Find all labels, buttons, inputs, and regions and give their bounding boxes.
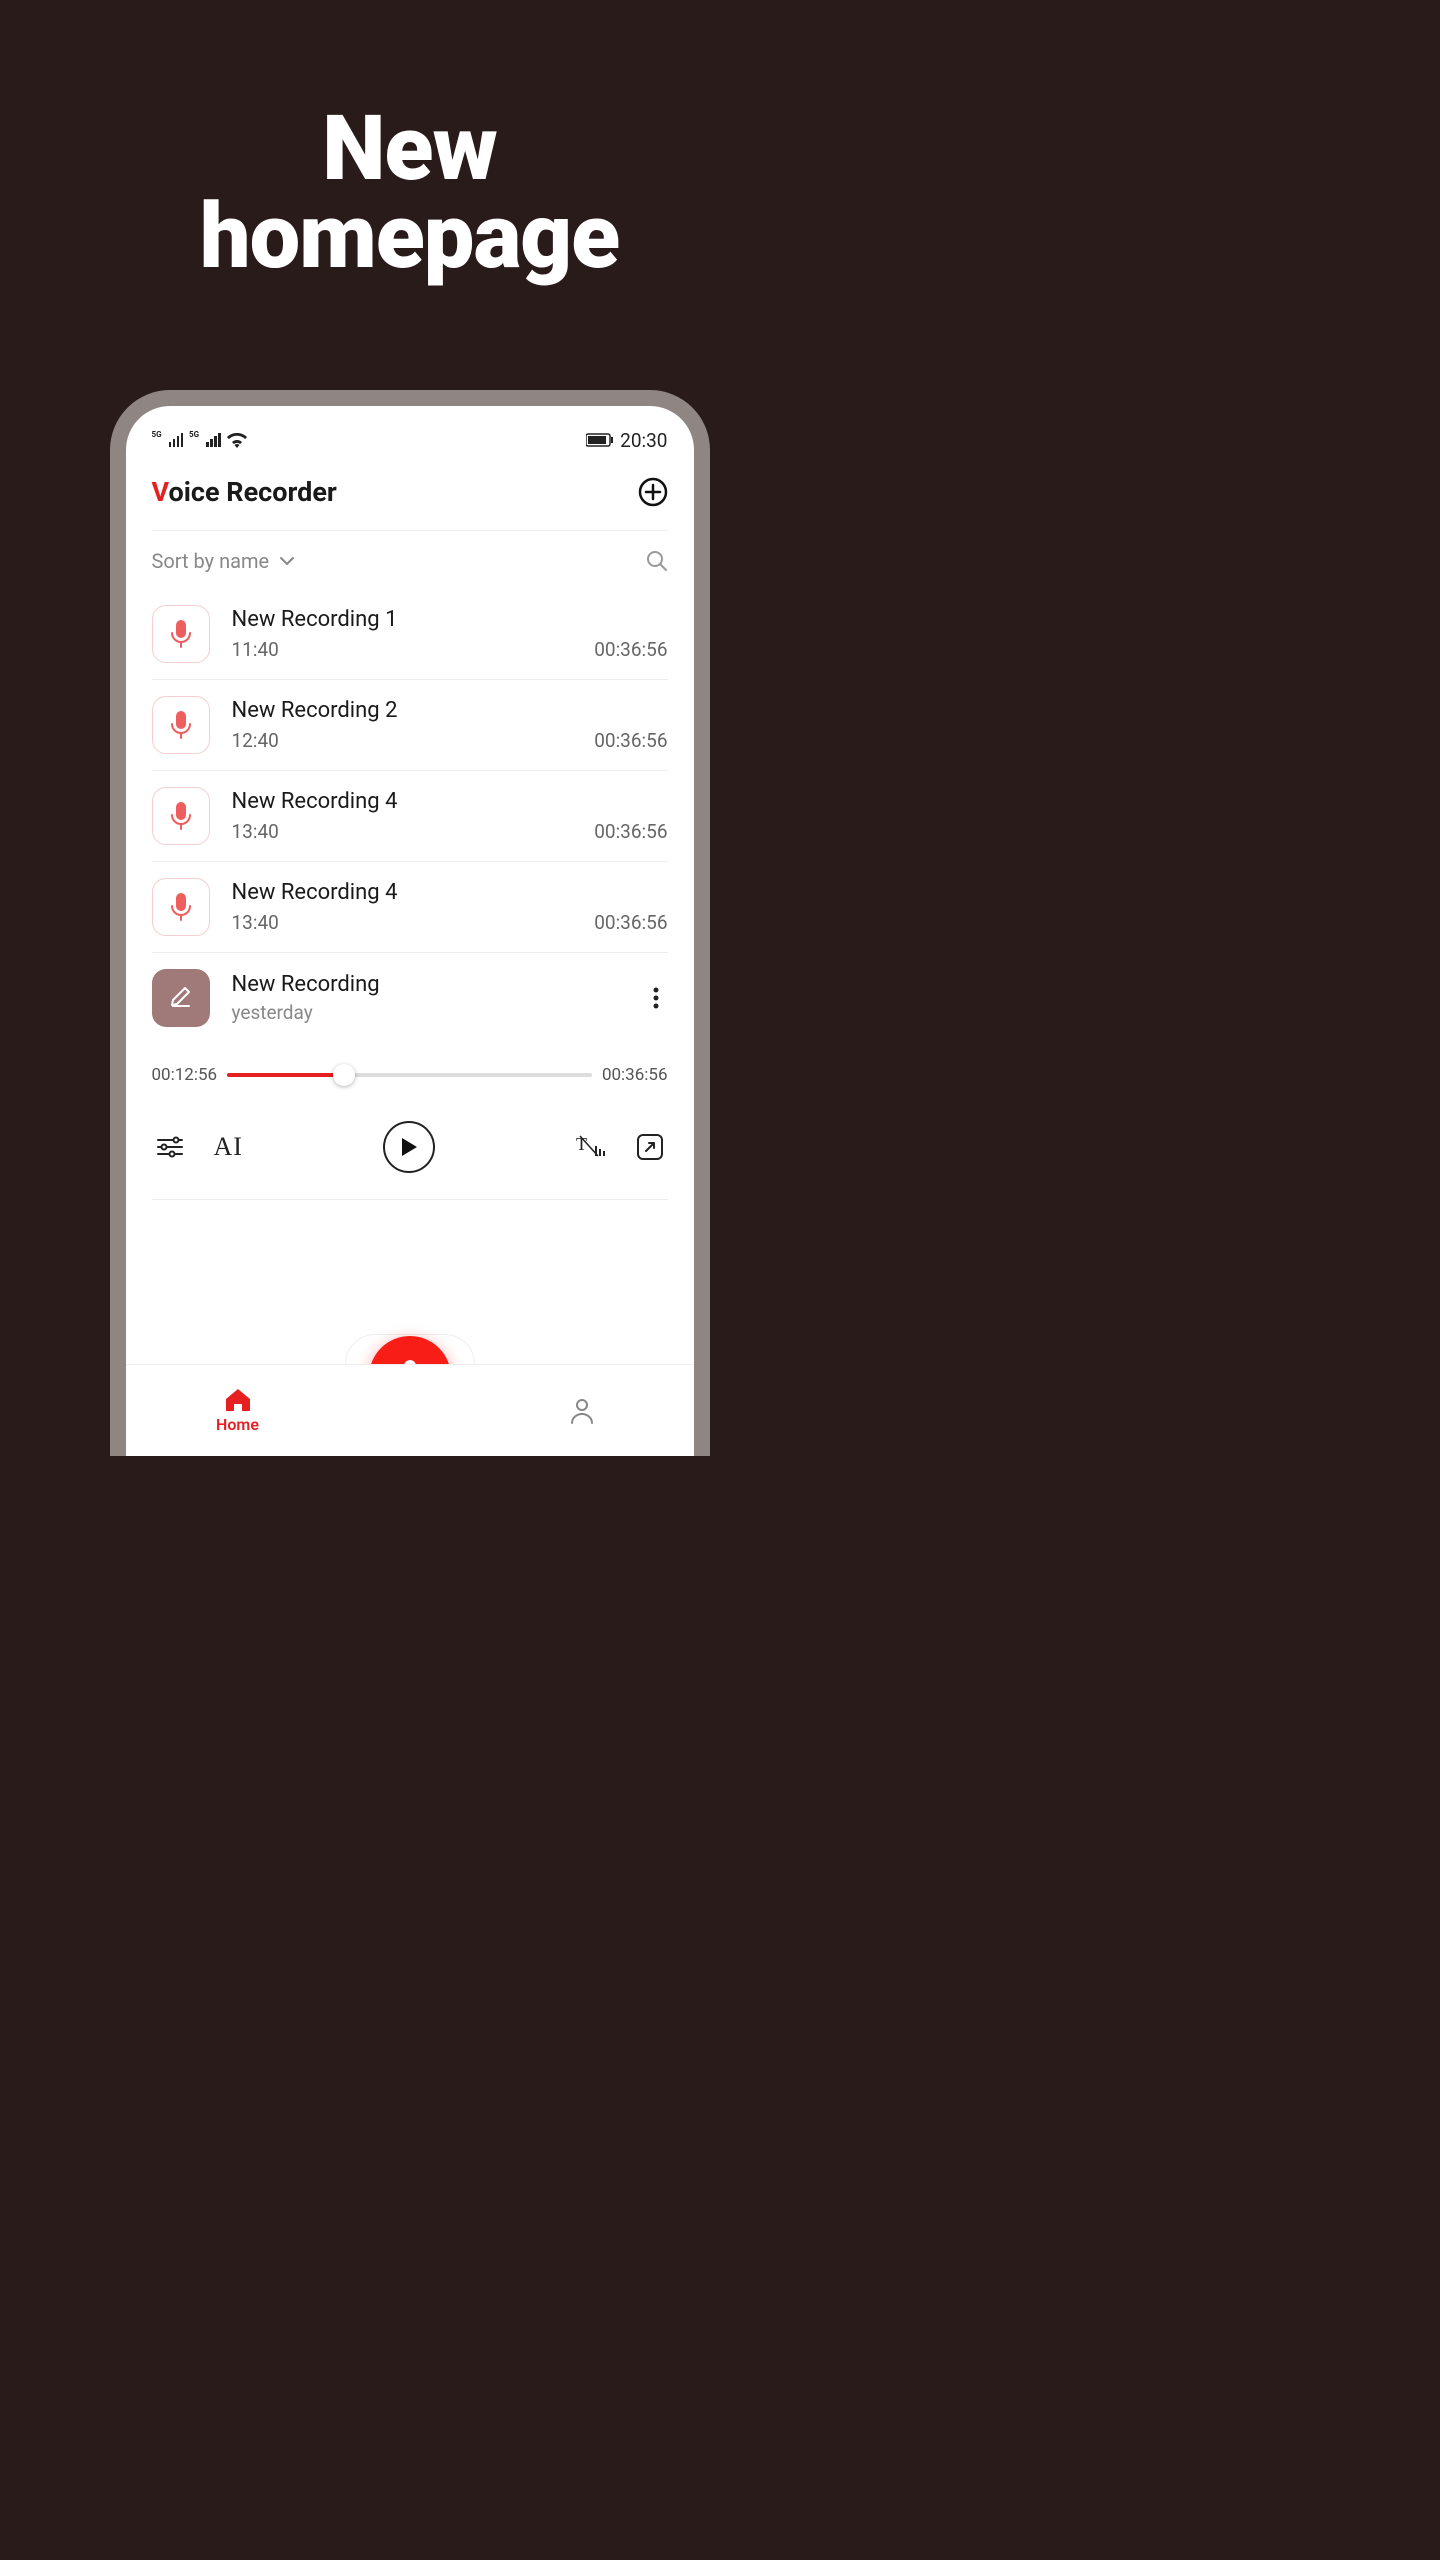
expanded-recording: New Recording yesterday 00:12:56 00:36:5… (152, 953, 668, 1200)
settings-sliders-button[interactable] (156, 1136, 184, 1158)
edit-tile[interactable] (152, 969, 210, 1027)
more-button[interactable] (644, 987, 668, 1009)
title-accent-letter: V (152, 476, 169, 508)
progress-slider[interactable] (227, 1073, 592, 1077)
recording-title: New Recording 4 (232, 789, 668, 814)
status-bar: 5G 5G 20:30 (152, 426, 668, 454)
search-icon (646, 550, 668, 572)
item-body: New Recording 4 13:40 00:36:56 (232, 880, 668, 934)
recording-duration: 00:36:56 (594, 729, 667, 752)
play-button[interactable] (383, 1121, 435, 1173)
expand-button[interactable] (636, 1133, 664, 1161)
recording-title: New Recording 1 (232, 607, 668, 632)
play-icon (400, 1137, 418, 1157)
screen: 5G 5G 20:30 Voice Recorder Sort by name (126, 406, 694, 1456)
transcript-button[interactable]: T (576, 1134, 606, 1160)
app-header: Voice Recorder (152, 476, 668, 531)
wifi-icon (227, 433, 247, 448)
progress-row: 00:12:56 00:36:56 (152, 1065, 668, 1085)
status-time: 20:30 (620, 429, 667, 452)
nav-home-label: Home (216, 1415, 259, 1434)
recording-time: 11:40 (232, 638, 279, 661)
status-right: 20:30 (586, 429, 667, 452)
item-body: New Recording 4 13:40 00:36:56 (232, 789, 668, 843)
text-wave-icon: T (576, 1134, 606, 1160)
progress-thumb[interactable] (333, 1064, 355, 1086)
plus-circle-icon (638, 477, 668, 507)
expand-icon (636, 1133, 664, 1161)
status-left: 5G 5G (152, 433, 247, 448)
recording-duration: 00:36:56 (594, 911, 667, 934)
mic-icon (170, 710, 192, 740)
sliders-icon (156, 1136, 184, 1158)
add-button[interactable] (638, 477, 668, 507)
sort-label: Sort by name (152, 549, 270, 573)
mic-tile (152, 878, 210, 936)
item-body: New Recording 1 11:40 00:36:56 (232, 607, 668, 661)
signal-bars-icon (169, 433, 184, 447)
signal-2-label: 5G (189, 431, 199, 439)
battery-icon (586, 433, 614, 447)
sort-button[interactable]: Sort by name (152, 549, 296, 573)
recording-item[interactable]: New Recording 2 12:40 00:36:56 (152, 680, 668, 771)
nav-home[interactable]: Home (126, 1365, 350, 1456)
profile-icon (569, 1397, 595, 1425)
phone-frame: 5G 5G 20:30 Voice Recorder Sort by name (110, 390, 710, 1456)
recording-title: New Recording 4 (232, 880, 668, 905)
ai-button[interactable]: AI (214, 1132, 243, 1162)
recording-time: 12:40 (232, 729, 279, 752)
signal-bars-icon (206, 433, 221, 447)
expanded-subtitle: yesterday (232, 1001, 622, 1024)
sort-row: Sort by name (152, 531, 668, 589)
player-controls: AI T (152, 1121, 668, 1173)
page-title: Voice Recorder (152, 476, 337, 508)
mic-icon (170, 801, 192, 831)
mic-tile (152, 605, 210, 663)
mic-tile (152, 696, 210, 754)
recording-item[interactable]: New Recording 4 13:40 00:36:56 (152, 771, 668, 862)
nav-profile[interactable] (470, 1365, 694, 1456)
recording-time: 13:40 (232, 911, 279, 934)
signal-1-label: 5G (152, 431, 162, 439)
recording-duration: 00:36:56 (594, 820, 667, 843)
recording-item[interactable]: New Recording 1 11:40 00:36:56 (152, 589, 668, 680)
total-time: 00:36:56 (602, 1065, 668, 1085)
mic-icon (170, 619, 192, 649)
edit-icon (167, 984, 195, 1012)
elapsed-time: 00:12:56 (152, 1065, 218, 1085)
item-body: New Recording 2 12:40 00:36:56 (232, 698, 668, 752)
mic-icon (170, 892, 192, 922)
chevron-down-icon (279, 556, 295, 566)
recording-item[interactable]: New Recording 4 13:40 00:36:56 (152, 862, 668, 953)
headline-line-2: homepage (0, 193, 819, 281)
recording-duration: 00:36:56 (594, 638, 667, 661)
dots-vertical-icon (653, 987, 659, 1009)
recording-title: New Recording 2 (232, 698, 668, 723)
bottom-nav: Home (126, 1364, 694, 1456)
title-rest: oice Recorder (169, 476, 337, 508)
headline-line-1: New (0, 105, 819, 193)
home-icon (224, 1387, 252, 1413)
progress-fill (227, 1073, 344, 1077)
nav-spacer (350, 1365, 470, 1456)
recording-time: 13:40 (232, 820, 279, 843)
search-button[interactable] (646, 550, 668, 572)
promo-headline: New homepage (0, 0, 819, 281)
expanded-title: New Recording (232, 972, 622, 997)
mic-tile (152, 787, 210, 845)
